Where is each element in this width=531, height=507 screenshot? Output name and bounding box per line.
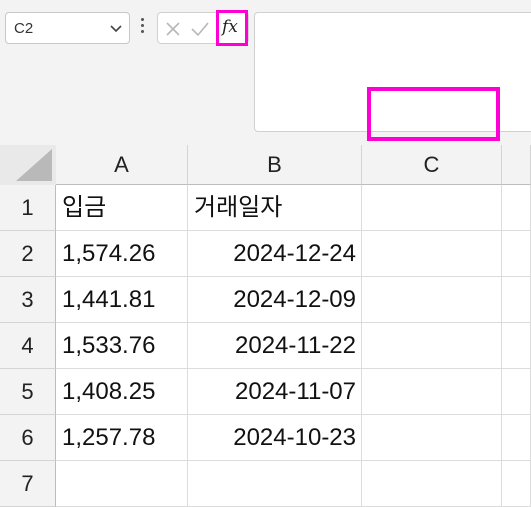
cell-a3[interactable]: 1,441.81 [56, 277, 188, 323]
name-box[interactable]: C2 [5, 12, 130, 44]
cell-c5[interactable] [362, 369, 502, 415]
cancel-icon[interactable] [164, 20, 182, 38]
more-options-icon[interactable] [141, 18, 145, 36]
chevron-down-icon[interactable] [109, 21, 123, 35]
cell-d3[interactable] [502, 277, 531, 323]
cell-c3[interactable] [362, 277, 502, 323]
fx-icon: fx [222, 17, 238, 37]
row-header-6[interactable]: 6 [0, 415, 56, 461]
row-header-5[interactable]: 5 [0, 369, 56, 415]
row-header-4[interactable]: 4 [0, 323, 56, 369]
cell-d6[interactable] [502, 415, 531, 461]
spreadsheet-grid: A B C 1 입금 거래일자 2 1,574.26 2024-12-24 3 1,441.81 20… [0, 145, 531, 507]
cell-a2[interactable]: 1,574.26 [56, 231, 188, 277]
cell-b5[interactable]: 2024-11-07 [188, 369, 362, 415]
cell-b7[interactable] [188, 461, 362, 507]
column-header-c[interactable]: C [362, 145, 502, 185]
insert-function-button[interactable]: fx [216, 10, 248, 46]
cell-b4[interactable]: 2024-11-22 [188, 323, 362, 369]
select-all-corner[interactable] [0, 145, 56, 185]
cell-d2[interactable] [502, 231, 531, 277]
column-header-a[interactable]: A [56, 145, 188, 185]
cell-c7[interactable] [362, 461, 502, 507]
cell-c4[interactable] [362, 323, 502, 369]
cell-b3[interactable]: 2024-12-09 [188, 277, 362, 323]
cell-d4[interactable] [502, 323, 531, 369]
cell-b6[interactable]: 2024-10-23 [188, 415, 362, 461]
cell-b2[interactable]: 2024-12-24 [188, 231, 362, 277]
name-box-value: C2 [14, 20, 34, 37]
row-header-1[interactable]: 1 [0, 185, 56, 231]
cell-c6[interactable] [362, 415, 502, 461]
row-header-7[interactable]: 7 [0, 461, 56, 507]
enter-check-icon[interactable] [190, 20, 210, 38]
cell-d7[interactable] [502, 461, 531, 507]
cell-b1[interactable]: 거래일자 [188, 185, 362, 231]
cell-a4[interactable]: 1,533.76 [56, 323, 188, 369]
cell-d5[interactable] [502, 369, 531, 415]
column-header-d[interactable] [502, 145, 531, 185]
cell-d1[interactable] [502, 185, 531, 231]
cell-a1[interactable]: 입금 [56, 185, 188, 231]
cell-a6[interactable]: 1,257.78 [56, 415, 188, 461]
selected-cell-highlight [367, 87, 500, 141]
cell-a7[interactable] [56, 461, 188, 507]
cell-c1[interactable] [362, 185, 502, 231]
cell-a5[interactable]: 1,408.25 [56, 369, 188, 415]
select-all-triangle-icon [16, 149, 52, 181]
column-header-b[interactable]: B [188, 145, 362, 185]
row-header-3[interactable]: 3 [0, 277, 56, 323]
row-header-2[interactable]: 2 [0, 231, 56, 277]
cell-c2[interactable] [362, 231, 502, 277]
